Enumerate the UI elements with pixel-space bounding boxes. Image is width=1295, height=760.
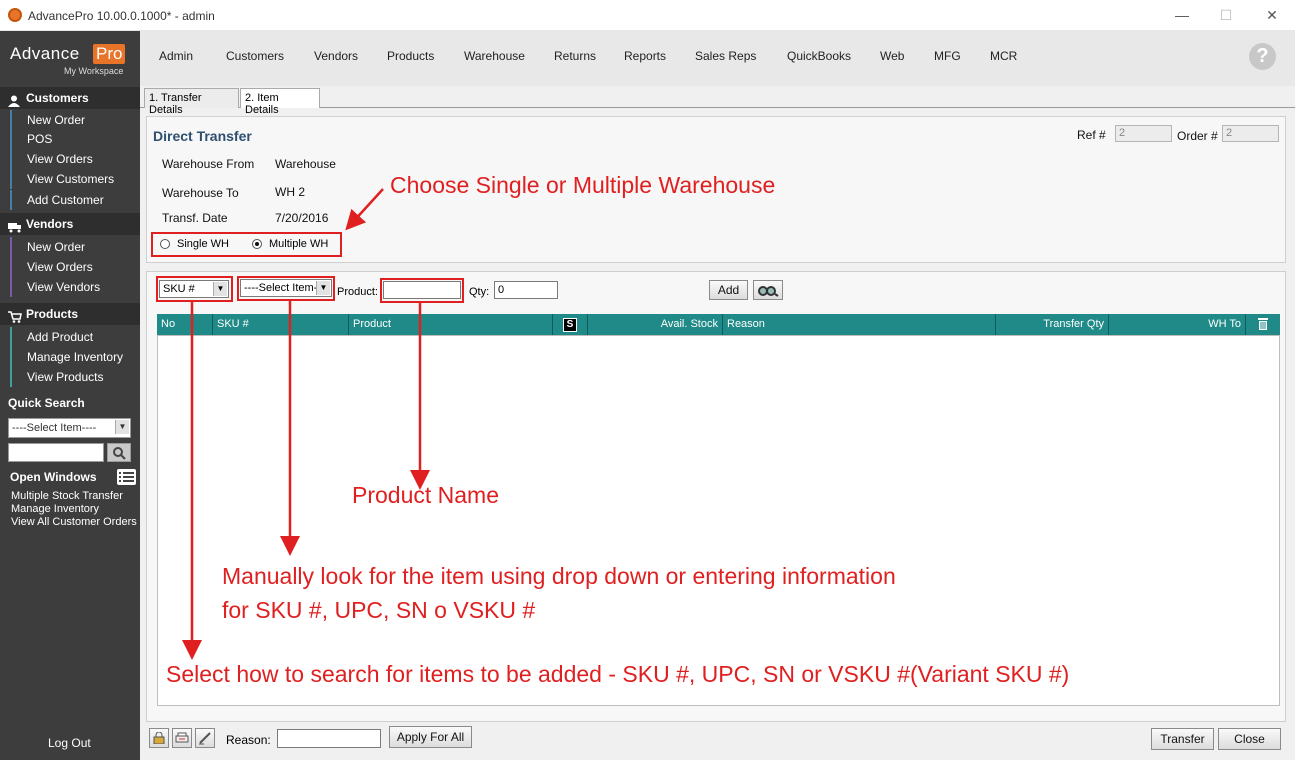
annotation-select-how: Select how to search for items to be add… xyxy=(166,661,1070,687)
annotation-arrows xyxy=(182,188,430,660)
annotation-product-name: Product Name xyxy=(352,482,500,508)
annotation-manual-line2: for SKU #, UPC, SN o VSKU # xyxy=(222,597,536,623)
annotation-choose-wh: Choose Single or Multiple Warehouse xyxy=(390,172,776,198)
annotation-manual-line1: Manually look for the item using drop do… xyxy=(222,563,896,589)
